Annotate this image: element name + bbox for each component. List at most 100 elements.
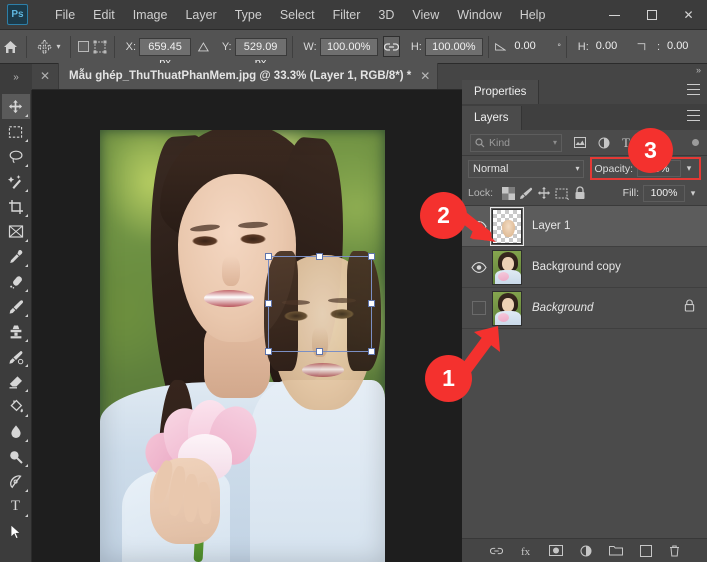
close-button[interactable]: ✕ xyxy=(670,0,707,30)
home-button[interactable] xyxy=(0,30,21,64)
free-transform-bounding-box[interactable] xyxy=(265,253,375,355)
background-copy-name[interactable]: Background copy xyxy=(532,261,621,273)
menu-item-layer[interactable]: Layer xyxy=(176,4,225,26)
panel-collapse-left-button[interactable]: » xyxy=(0,64,32,90)
transform-handle-top-center[interactable] xyxy=(316,253,323,260)
transform-controls-icon xyxy=(93,40,107,53)
menu-item-help[interactable]: Help xyxy=(511,4,555,26)
rectangular-marquee-tool[interactable] xyxy=(2,119,30,144)
background-copy-visibility-toggle[interactable] xyxy=(466,261,492,273)
adjustment-filter-icon[interactable] xyxy=(598,137,610,149)
transform-handle-bottom-left[interactable] xyxy=(265,348,272,355)
link-layers-icon[interactable] xyxy=(489,546,503,556)
lock-position-icon[interactable] xyxy=(535,184,553,202)
adjustment-layer-icon[interactable] xyxy=(580,545,592,557)
show-transform-controls-button[interactable] xyxy=(92,36,109,57)
lock-image-pixels-icon[interactable] xyxy=(517,184,535,202)
layer-row-layer-1[interactable]: Layer 1 xyxy=(462,206,707,247)
delete-layer-icon[interactable] xyxy=(669,545,680,557)
document-tab[interactable]: Mẫu ghép_ThuThuatPhanMem.jpg @ 33.3% (La… xyxy=(58,63,439,89)
x-input[interactable]: 659.45 px xyxy=(139,37,192,69)
properties-panel-menu-icon[interactable] xyxy=(687,84,700,95)
thumb-flower xyxy=(498,271,509,281)
blur-tool[interactable] xyxy=(2,419,30,444)
history-brush-tool[interactable] xyxy=(2,344,30,369)
magic-wand-tool[interactable] xyxy=(2,169,30,194)
eyedropper-tool[interactable] xyxy=(2,244,30,269)
layer-1-name[interactable]: Layer 1 xyxy=(532,220,570,232)
document-tab-close-icon[interactable]: ✕ xyxy=(420,69,430,83)
layer-1-thumbnail[interactable] xyxy=(490,206,524,246)
skew-v-input[interactable]: 0.00 xyxy=(663,38,707,56)
panel-collapse-icon[interactable]: » xyxy=(696,65,701,75)
fill-chevron-down-icon[interactable]: ▾ xyxy=(685,185,701,202)
horizontal-type-tool[interactable]: T xyxy=(2,494,30,519)
layer-kind-filter[interactable]: Kind ▾ xyxy=(470,133,562,152)
transform-handle-top-right[interactable] xyxy=(368,253,375,260)
transform-handle-bottom-right[interactable] xyxy=(368,348,375,355)
menu-item-filter[interactable]: Filter xyxy=(324,4,370,26)
canvas-area[interactable] xyxy=(32,90,462,562)
background-name[interactable]: Background xyxy=(532,302,593,314)
tab-close-left-button[interactable]: ✕ xyxy=(32,63,58,89)
maintain-aspect-ratio-button[interactable] xyxy=(382,36,400,57)
menu-item-file[interactable]: File xyxy=(46,4,84,26)
active-tool-preset[interactable]: ▾ xyxy=(32,35,65,59)
layer-row-background[interactable]: Background xyxy=(462,288,707,329)
menu-item-image[interactable]: Image xyxy=(124,4,177,26)
brush-tool[interactable] xyxy=(2,294,30,319)
fill-input[interactable]: 100% xyxy=(643,184,685,202)
layer-mask-icon[interactable] xyxy=(548,545,563,556)
lock-all-icon[interactable] xyxy=(571,184,589,202)
layers-panel-menu-icon[interactable] xyxy=(687,110,700,121)
transform-handle-top-left[interactable] xyxy=(265,253,272,260)
menu-item-3d[interactable]: 3D xyxy=(369,4,403,26)
maximize-button[interactable] xyxy=(633,0,670,30)
lasso-tool[interactable] xyxy=(2,144,30,169)
layer-style-icon[interactable]: fx xyxy=(520,545,532,557)
frame-tool[interactable] xyxy=(2,219,30,244)
background-layer-visibility-toggle[interactable] xyxy=(466,301,492,315)
options-bar: ▾ X: 659.45 px Y: 529.09 px W: 100.00% xyxy=(0,30,707,69)
menu-item-window[interactable]: Window xyxy=(448,4,510,26)
minimize-button[interactable] xyxy=(596,0,633,30)
path-selection-tool[interactable] xyxy=(2,519,30,544)
eraser-tool[interactable] xyxy=(2,369,30,394)
transform-handle-middle-left[interactable] xyxy=(265,300,272,307)
right-panel-dock: » Properties Layers Kind ▾ T Normal ▾ Op… xyxy=(462,64,707,562)
new-group-icon[interactable] xyxy=(608,545,623,556)
new-layer-icon[interactable] xyxy=(639,544,652,557)
blend-mode-select[interactable]: Normal ▾ xyxy=(468,159,585,178)
spot-healing-brush-tool[interactable] xyxy=(2,269,30,294)
menu-item-view[interactable]: View xyxy=(403,4,448,26)
y-input[interactable]: 529.09 px xyxy=(234,37,287,69)
auto-select-checkbox[interactable] xyxy=(75,36,92,57)
skew-h-input[interactable]: 0.00 xyxy=(592,38,636,56)
w-input[interactable]: 100.00% xyxy=(319,37,378,56)
clone-stamp-tool[interactable] xyxy=(2,319,30,344)
opacity-chevron-down-icon[interactable]: ▾ xyxy=(681,160,697,177)
paint-bucket-tool[interactable] xyxy=(2,394,30,419)
lock-transparent-pixels-icon[interactable] xyxy=(499,184,517,202)
background-copy-thumbnail[interactable] xyxy=(492,249,522,285)
menu-item-edit[interactable]: Edit xyxy=(84,4,124,26)
menu-item-select[interactable]: Select xyxy=(271,4,324,26)
move-tool[interactable] xyxy=(1,94,30,119)
dodge-tool[interactable] xyxy=(2,444,30,469)
lock-artboard-nesting-icon[interactable] xyxy=(553,184,571,202)
document-canvas[interactable] xyxy=(100,130,385,562)
layer-1-visibility-toggle[interactable] xyxy=(466,220,492,232)
pen-tool[interactable] xyxy=(2,469,30,494)
pixel-filter-icon[interactable] xyxy=(574,137,586,148)
tab-properties[interactable]: Properties xyxy=(462,80,540,104)
tab-layers[interactable]: Layers xyxy=(462,106,522,130)
h-input[interactable]: 100.00% xyxy=(424,37,483,56)
filter-toggle[interactable] xyxy=(692,139,699,146)
transform-handle-middle-right[interactable] xyxy=(368,300,375,307)
angle-input[interactable]: 0.00 xyxy=(510,38,554,56)
transform-handle-bottom-center[interactable] xyxy=(316,348,323,355)
menu-item-type[interactable]: Type xyxy=(226,4,271,26)
background-thumbnail[interactable] xyxy=(492,290,522,326)
layer-row-background-copy[interactable]: Background copy xyxy=(462,247,707,288)
crop-tool[interactable] xyxy=(2,194,30,219)
